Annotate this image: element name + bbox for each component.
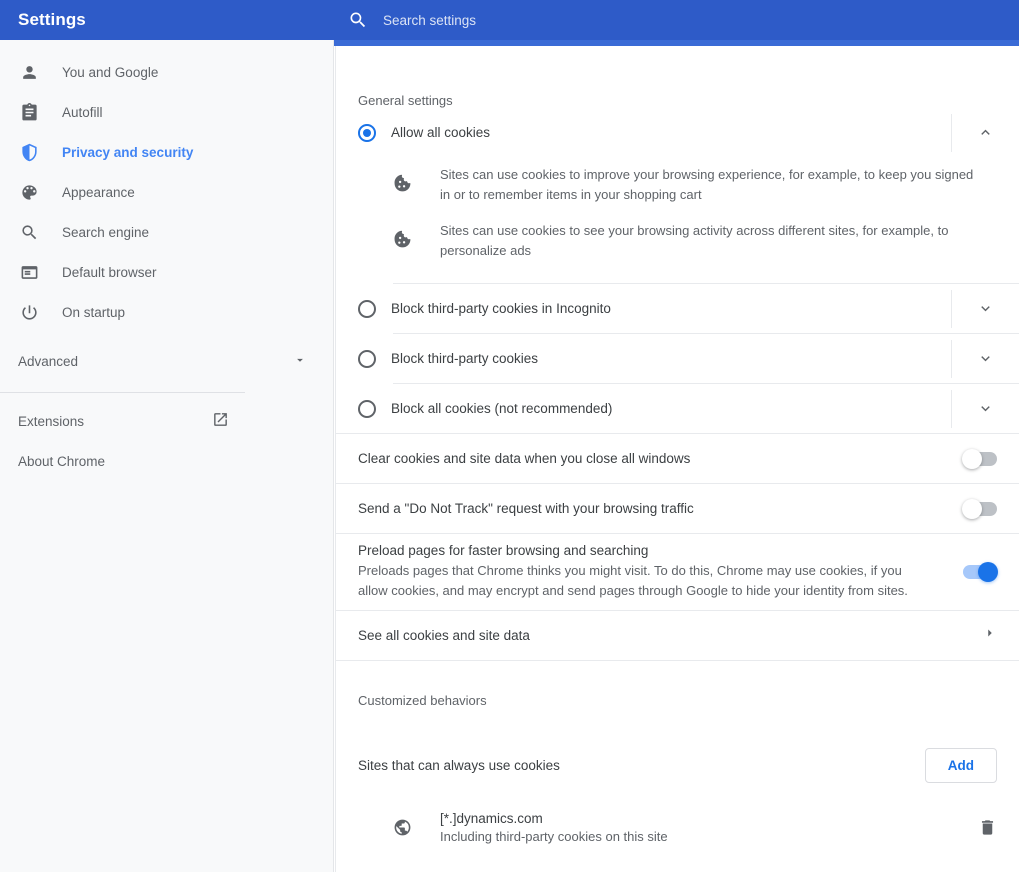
search-icon: [348, 10, 368, 30]
toggle-switch[interactable]: [963, 562, 998, 582]
cookie-icon: [393, 165, 415, 205]
clipboard-icon: [18, 101, 40, 123]
site-name: [*.]dynamics.com: [440, 810, 543, 826]
setting-label: Clear cookies and site data when you clo…: [358, 451, 691, 466]
cookie-detail-text: Sites can use cookies to improve your br…: [440, 167, 974, 202]
customized-behaviors-title: Customized behaviors: [358, 693, 487, 708]
sidebar-item-label: On startup: [62, 304, 126, 320]
radio-button[interactable]: [358, 349, 376, 368]
setting-label: Preload pages for faster browsing and se…: [358, 543, 649, 558]
top-header: Settings: [0, 0, 1019, 40]
sidebar: You and Google Autofill Privacy and secu…: [0, 40, 334, 872]
search-icon: [18, 221, 40, 243]
sidebar-item-advanced[interactable]: Advanced: [0, 338, 333, 384]
person-icon: [18, 61, 40, 83]
page-title: Settings: [18, 10, 86, 29]
external-link-icon: [212, 411, 229, 431]
see-all-cookies-label: See all cookies and site data: [358, 628, 530, 643]
setting-preload-pages[interactable]: Preload pages for faster browsing and se…: [336, 534, 1019, 610]
site-description: Including third-party cookies on this si…: [440, 828, 668, 844]
sidebar-item-label: Search engine: [62, 224, 150, 240]
see-all-cookies-row[interactable]: See all cookies and site data: [336, 611, 1019, 660]
sidebar-item-label: You and Google: [62, 64, 159, 80]
toggle-knob: [962, 448, 982, 469]
chevron-right-icon: [983, 626, 997, 645]
chevron-up-icon[interactable]: [951, 113, 1019, 152]
toggle-switch[interactable]: [962, 498, 997, 519]
sites-always-allow-row: Sites that can always use cookies Add: [336, 734, 1019, 796]
sidebar-item-default-browser[interactable]: Default browser: [0, 252, 333, 292]
cookie-option-label: Block third-party cookies: [391, 351, 539, 366]
sidebar-item-you-and-google[interactable]: You and Google: [0, 52, 333, 92]
setting-do-not-track[interactable]: Send a "Do Not Track" request with your …: [336, 484, 1019, 533]
sites-always-allow-label: Sites that can always use cookies: [358, 757, 560, 773]
palette-icon: [18, 181, 40, 203]
radio-button[interactable]: [358, 123, 376, 142]
site-list-item[interactable]: [*.]dynamics.com Including third-party c…: [336, 796, 1019, 858]
browser-window-icon: [18, 261, 40, 283]
sidebar-item-label: Default browser: [62, 264, 157, 280]
sidebar-item-label: Autofill: [62, 104, 103, 120]
toggle-switch[interactable]: [962, 448, 997, 469]
cookie-detail-text: Sites can use cookies to see your browsi…: [440, 223, 949, 258]
cookie-option-label: Block third-party cookies in Incognito: [391, 301, 611, 316]
power-icon: [18, 301, 40, 323]
advanced-label: Advanced: [18, 353, 79, 369]
radio-button[interactable]: [358, 399, 376, 418]
cookie-icon: [393, 221, 415, 261]
extensions-label: Extensions: [18, 413, 85, 429]
sidebar-item-extensions[interactable]: Extensions: [0, 401, 333, 441]
radio-button[interactable]: [358, 299, 376, 318]
search-bar[interactable]: [334, 0, 1019, 40]
shield-icon: [18, 141, 40, 163]
globe-icon: [393, 818, 415, 837]
cookie-details: Sites can use cookies to improve your br…: [336, 157, 1019, 283]
setting-label: Send a "Do Not Track" request with your …: [358, 501, 694, 516]
cookie-option-block-third-party[interactable]: Block third-party cookies: [336, 334, 1019, 383]
setting-clear-cookies-on-close[interactable]: Clear cookies and site data when you clo…: [336, 434, 1019, 483]
sidebar-item-label: Appearance: [62, 184, 135, 200]
cookie-detail-row: Sites can use cookies to see your browsi…: [336, 213, 1019, 269]
chevron-down-icon[interactable]: [951, 339, 1019, 378]
sidebar-item-about-chrome[interactable]: About Chrome: [0, 441, 333, 481]
sidebar-item-search-engine[interactable]: Search engine: [0, 212, 333, 252]
sidebar-item-autofill[interactable]: Autofill: [0, 92, 333, 132]
cookie-option-block-third-party-incognito[interactable]: Block third-party cookies in Incognito: [336, 284, 1019, 333]
sidebar-item-appearance[interactable]: Appearance: [0, 172, 333, 212]
cookie-detail-row: Sites can use cookies to improve your br…: [336, 157, 1019, 213]
cookie-option-block-all[interactable]: Block all cookies (not recommended): [336, 384, 1019, 433]
settings-content-card: General settings Allow all cookies Sites…: [335, 46, 1019, 872]
chevron-down-icon[interactable]: [951, 389, 1019, 428]
general-settings-title: General settings: [358, 93, 453, 108]
toggle-knob: [978, 562, 998, 582]
cookie-option-allow-all[interactable]: Allow all cookies: [336, 108, 1019, 157]
sidebar-divider: [0, 392, 245, 393]
cookie-option-label: Allow all cookies: [391, 125, 491, 140]
toggle-knob: [962, 498, 982, 519]
sidebar-item-label: Privacy and security: [62, 144, 194, 160]
sidebar-item-on-startup[interactable]: On startup: [0, 292, 333, 332]
add-button[interactable]: Add: [924, 747, 997, 783]
about-chrome-label: About Chrome: [18, 453, 106, 469]
search-input[interactable]: [383, 12, 943, 28]
cookie-option-label: Block all cookies (not recommended): [391, 401, 613, 416]
chevron-down-icon[interactable]: [951, 289, 1019, 328]
setting-description: Preloads pages that Chrome thinks you mi…: [358, 563, 908, 598]
sidebar-item-privacy-and-security[interactable]: Privacy and security: [0, 132, 333, 172]
chevron-down-icon: [293, 353, 307, 370]
trash-icon[interactable]: [978, 818, 997, 837]
